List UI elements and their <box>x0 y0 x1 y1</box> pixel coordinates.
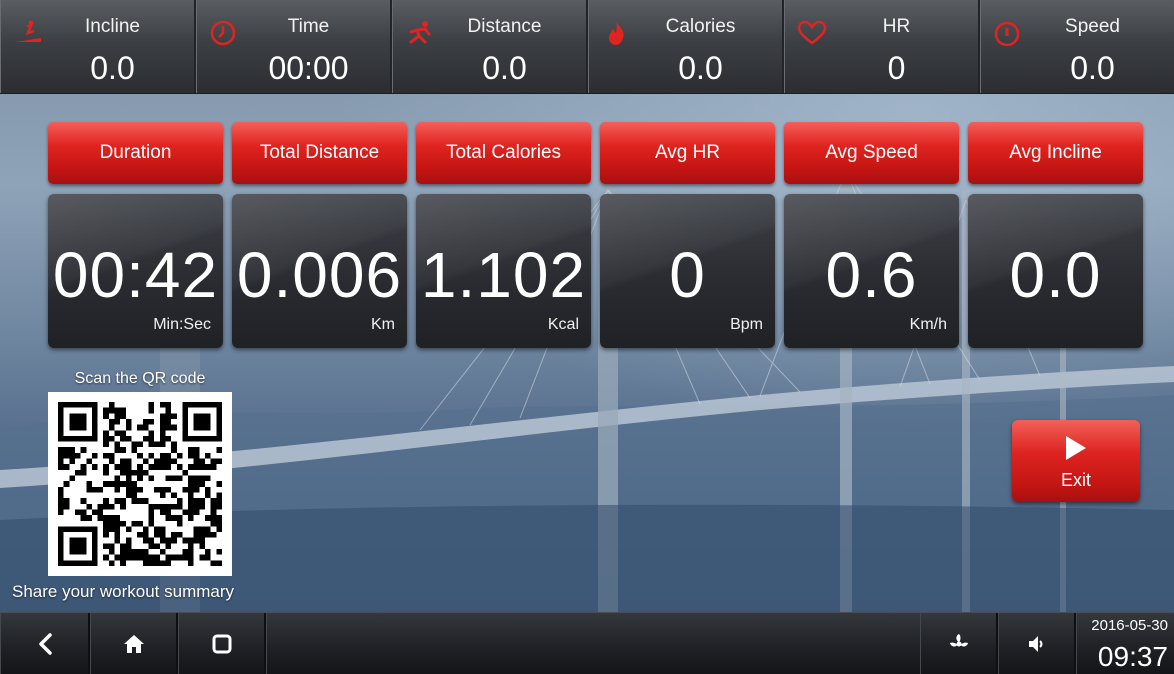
stat-label: Distance <box>467 16 542 37</box>
card-title: Total Distance <box>232 122 407 184</box>
bottom-nav-bar: 2016-05-30 09:37 <box>0 612 1174 674</box>
stat-incline: Incline 0.0 <box>0 0 196 93</box>
card-total-calories: Total Calories 1.102 Kcal <box>416 122 591 348</box>
qr-code <box>48 392 232 576</box>
exit-button[interactable]: Exit <box>1012 420 1140 502</box>
card-body: 0 Bpm <box>600 194 775 348</box>
stat-distance: Distance 0.0 <box>392 0 588 93</box>
volume-icon <box>1028 636 1042 652</box>
stat-value: 0.0 <box>482 50 527 86</box>
card-body: 0.0 <box>968 194 1143 348</box>
exit-label: Exit <box>1060 470 1091 490</box>
play-icon <box>1066 436 1086 460</box>
fan-button[interactable] <box>920 613 998 674</box>
stat-speed: Speed 0.0 <box>980 0 1174 93</box>
flame-icon <box>609 22 624 45</box>
qr-caption: Scan the QR code <box>74 370 206 387</box>
stat-label: Time <box>287 16 330 37</box>
stat-time: Time 00:00 <box>196 0 392 93</box>
stat-calories: Calories 0.0 <box>588 0 784 93</box>
fan-icon <box>949 634 968 647</box>
incline-icon <box>15 20 41 42</box>
home-icon <box>123 635 144 653</box>
card-unit: Bpm <box>730 316 763 333</box>
qr-share-text: Share your workout summary <box>12 582 235 601</box>
card-duration: Duration 00:42 Min:Sec <box>48 122 223 348</box>
card-value: 0.0 <box>1009 239 1102 311</box>
speedometer-icon <box>994 21 1020 46</box>
back-icon <box>38 633 52 655</box>
card-unit: Min:Sec <box>153 316 211 333</box>
card-title: Avg Speed <box>784 122 959 184</box>
card-avg-speed: Avg Speed 0.6 Km/h <box>784 122 959 348</box>
stat-label: HR <box>882 16 911 37</box>
card-title: Duration <box>48 122 223 184</box>
recents-button[interactable] <box>178 613 266 674</box>
stat-value: 0.0 <box>678 50 723 86</box>
nav-spacer <box>266 613 920 674</box>
card-total-distance: Total Distance 0.006 Km <box>232 122 407 348</box>
stat-value: 0.0 <box>90 50 135 86</box>
card-unit: Km <box>371 316 395 333</box>
back-button[interactable] <box>0 613 90 674</box>
card-title: Avg HR <box>600 122 775 184</box>
top-status-bar: Incline 0.0 Time 00:00 Distance 0.0 Calo… <box>0 0 1174 94</box>
card-title: Avg Incline <box>968 122 1143 184</box>
card-unit: Kcal <box>547 316 579 333</box>
card-value: 0.006 <box>236 239 403 311</box>
card-avg-incline: Avg Incline 0.0 <box>968 122 1143 348</box>
clock: 2016-05-30 09:37 <box>1076 613 1174 674</box>
card-value: 0 <box>669 239 706 311</box>
stat-label: Calories <box>665 16 736 37</box>
card-title: Total Calories <box>416 122 591 184</box>
card-value: 00:42 <box>52 239 219 311</box>
card-avg-hr: Avg HR 0 Bpm <box>600 122 775 348</box>
card-value: 0.6 <box>825 239 918 311</box>
clock-date: 2016-05-30 <box>1091 617 1168 634</box>
home-button[interactable] <box>90 613 178 674</box>
runner-icon <box>409 21 431 44</box>
stat-heart-rate: HR 0 <box>784 0 980 93</box>
card-unit: Km/h <box>909 316 947 333</box>
clock-time: 09:37 <box>1097 641 1168 672</box>
stat-label: Speed <box>1065 16 1120 37</box>
stat-value: 0 <box>887 50 906 86</box>
workout-summary: Duration 00:42 Min:Sec Total Distance 0.… <box>48 122 1144 348</box>
qr-code-image <box>58 402 222 566</box>
card-body: 00:42 Min:Sec <box>48 194 223 348</box>
volume-button[interactable] <box>998 613 1076 674</box>
card-body: 1.102 Kcal <box>416 194 591 348</box>
recents-icon <box>212 634 231 654</box>
clock-icon <box>210 20 236 46</box>
stat-value: 0.0 <box>1070 50 1115 86</box>
card-value: 1.102 <box>420 239 587 311</box>
heart-icon <box>797 20 827 45</box>
stat-value: 00:00 <box>268 50 349 86</box>
card-body: 0.6 Km/h <box>784 194 959 348</box>
card-body: 0.006 Km <box>232 194 407 348</box>
stat-label: Incline <box>85 16 140 37</box>
